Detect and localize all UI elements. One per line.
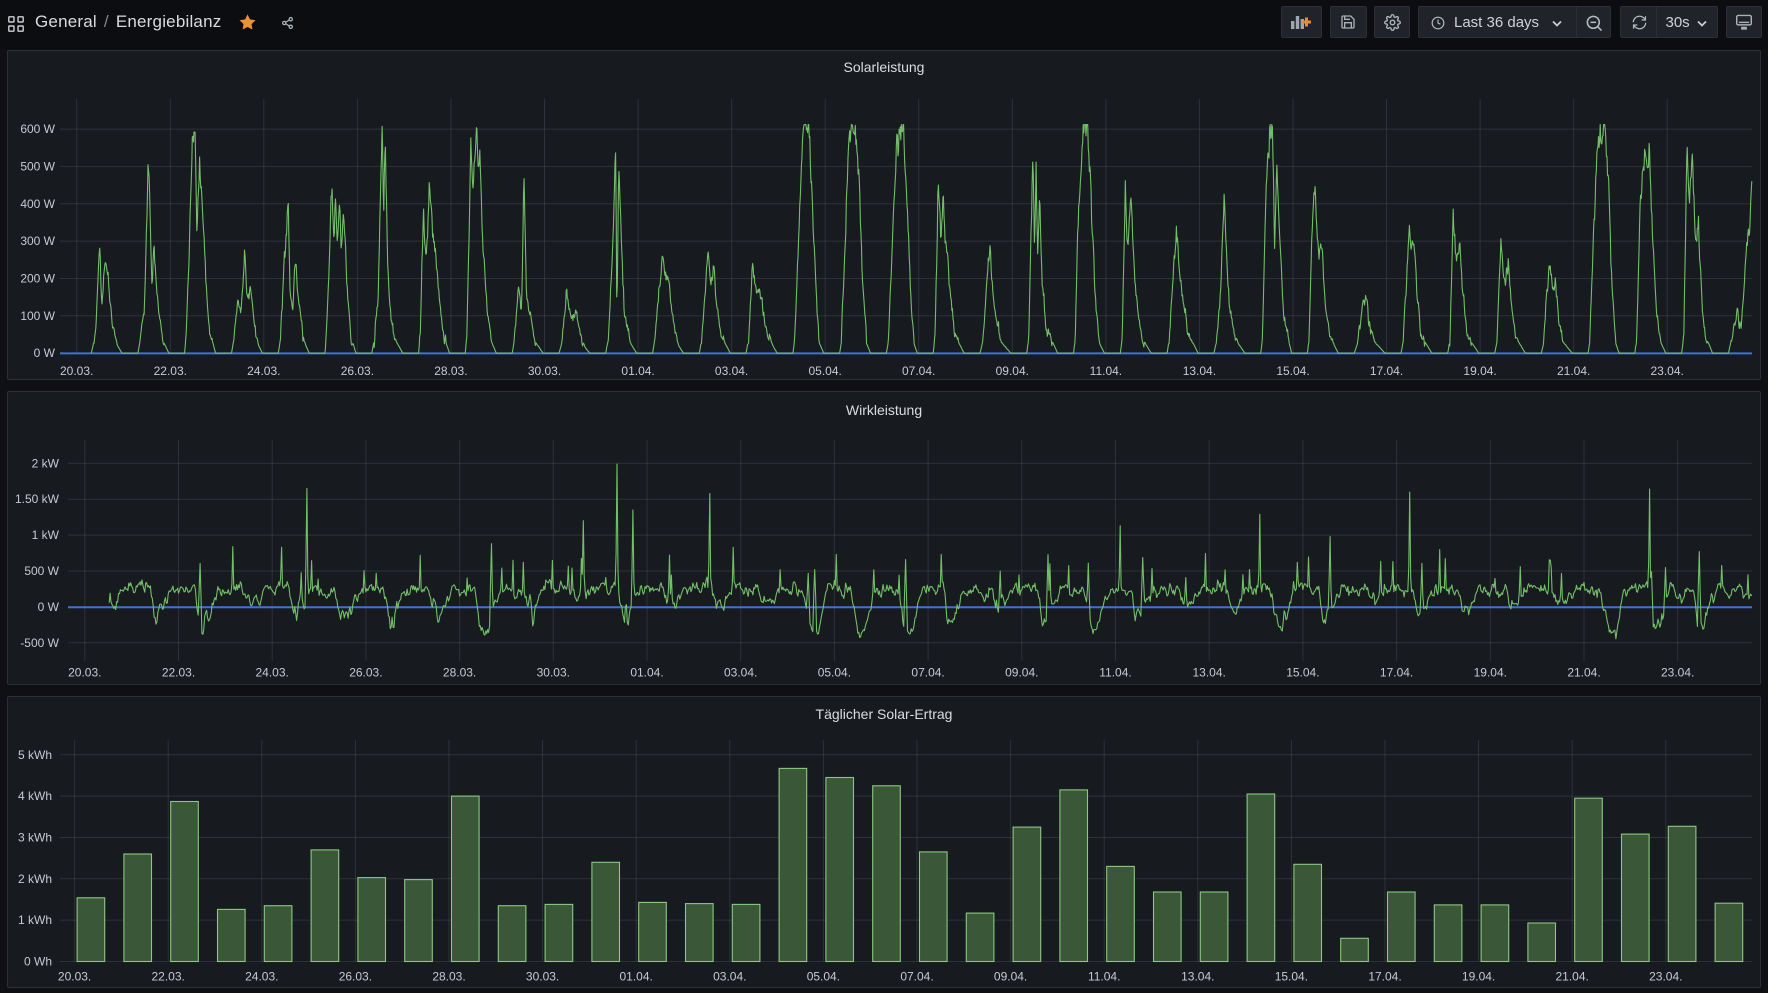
svg-text:01.04.: 01.04. [621,364,654,378]
svg-text:15.04.: 15.04. [1275,970,1308,984]
svg-text:500 W: 500 W [24,564,59,578]
svg-text:21.04.: 21.04. [1556,970,1589,984]
svg-text:19.04.: 19.04. [1463,364,1496,378]
svg-text:09.04.: 09.04. [996,364,1029,378]
svg-text:17.04.: 17.04. [1380,666,1413,680]
svg-text:19.04.: 19.04. [1462,970,1495,984]
svg-text:20.03.: 20.03. [60,364,93,378]
svg-text:13.04.: 13.04. [1181,970,1214,984]
svg-text:03.04.: 03.04. [715,364,748,378]
svg-text:400 W: 400 W [20,197,55,211]
svg-text:05.04.: 05.04. [818,666,851,680]
svg-text:26.03.: 26.03. [349,666,382,680]
svg-text:13.04.: 13.04. [1193,666,1226,680]
svg-text:07.04.: 07.04. [911,666,944,680]
svg-text:0 W: 0 W [34,346,56,360]
svg-text:21.04.: 21.04. [1557,364,1590,378]
svg-text:11.04.: 11.04. [1090,364,1122,378]
svg-text:09.04.: 09.04. [1005,666,1038,680]
svg-text:28.03.: 28.03. [434,364,467,378]
svg-text:-500 W: -500 W [20,636,59,650]
svg-text:26.03.: 26.03. [339,970,372,984]
svg-text:2 kWh: 2 kWh [18,872,52,886]
svg-text:09.04.: 09.04. [994,970,1027,984]
svg-text:03.04.: 03.04. [713,970,746,984]
svg-text:22.03.: 22.03. [162,666,195,680]
svg-text:07.04.: 07.04. [902,364,935,378]
svg-text:2 kW: 2 kW [32,456,60,470]
svg-text:22.03.: 22.03. [152,970,185,984]
svg-text:01.04.: 01.04. [620,970,653,984]
svg-text:28.03.: 28.03. [443,666,476,680]
svg-text:30.03.: 30.03. [528,364,561,378]
svg-text:26.03.: 26.03. [341,364,374,378]
svg-text:1.50 kW: 1.50 kW [15,492,60,506]
svg-text:05.04.: 05.04. [809,364,842,378]
svg-text:21.04.: 21.04. [1567,666,1600,680]
svg-text:600 W: 600 W [20,122,55,136]
svg-text:1 kW: 1 kW [32,528,60,542]
svg-text:20.03.: 20.03. [68,666,101,680]
svg-text:30.03.: 30.03. [526,970,559,984]
svg-text:22.03.: 22.03. [154,364,187,378]
svg-text:17.04.: 17.04. [1370,364,1403,378]
svg-text:3 kWh: 3 kWh [18,831,52,845]
svg-text:0 Wh: 0 Wh [24,955,52,969]
svg-text:17.04.: 17.04. [1368,970,1401,984]
svg-text:01.04.: 01.04. [630,666,663,680]
svg-text:23.04.: 23.04. [1651,364,1684,378]
svg-text:200 W: 200 W [20,272,55,286]
svg-text:13.04.: 13.04. [1183,364,1216,378]
svg-text:03.04.: 03.04. [724,666,757,680]
svg-text:30.03.: 30.03. [537,666,570,680]
svg-text:20.03.: 20.03. [58,970,91,984]
svg-text:23.04.: 23.04. [1649,970,1682,984]
svg-text:28.03.: 28.03. [432,970,465,984]
svg-text:15.04.: 15.04. [1286,666,1319,680]
svg-text:24.03.: 24.03. [247,364,280,378]
svg-text:23.04.: 23.04. [1661,666,1694,680]
svg-text:19.04.: 19.04. [1474,666,1507,680]
svg-text:5 kWh: 5 kWh [18,748,52,762]
svg-text:100 W: 100 W [20,309,55,323]
svg-text:07.04.: 07.04. [900,970,933,984]
svg-text:15.04.: 15.04. [1276,364,1309,378]
svg-text:11.04.: 11.04. [1099,666,1131,680]
svg-text:1 kWh: 1 kWh [18,913,52,927]
svg-text:24.03.: 24.03. [245,970,278,984]
svg-text:300 W: 300 W [20,234,55,248]
svg-text:4 kWh: 4 kWh [18,789,52,803]
svg-text:0 W: 0 W [38,600,60,614]
svg-text:05.04.: 05.04. [807,970,840,984]
svg-text:11.04.: 11.04. [1088,970,1120,984]
svg-text:24.03.: 24.03. [256,666,289,680]
svg-text:500 W: 500 W [20,159,55,173]
